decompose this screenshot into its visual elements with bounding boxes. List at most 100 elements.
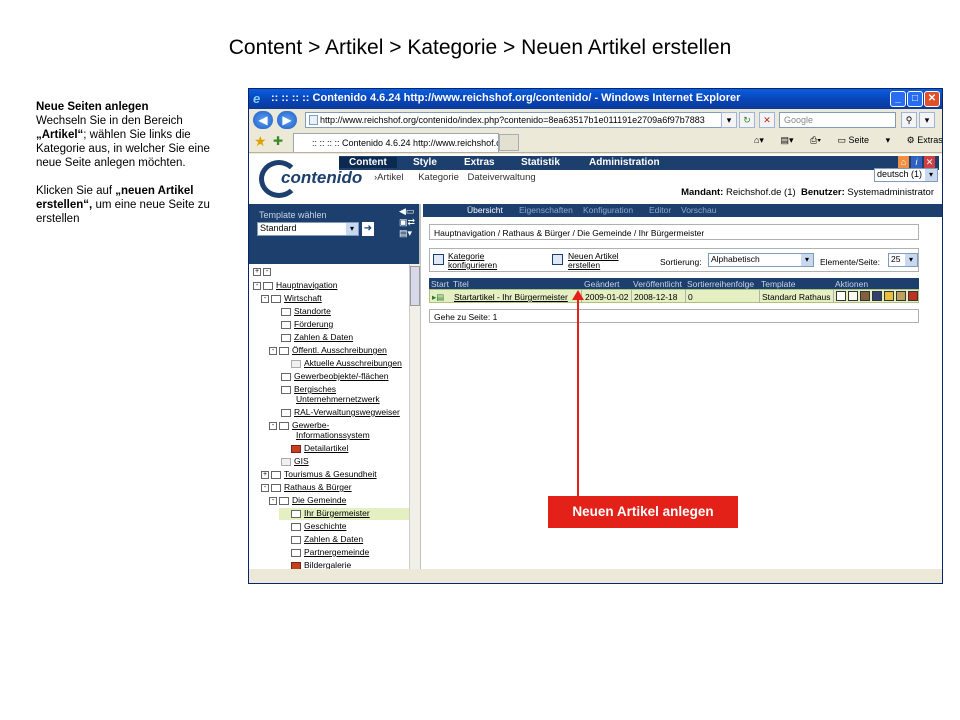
article-title-link[interactable]: Startartikel - Ihr Bürgermeister (454, 292, 568, 302)
subnav-kategorie[interactable]: Kategorie (418, 172, 459, 183)
search-icon[interactable]: ⚲ (901, 112, 917, 128)
tree-item[interactable]: Aktuelle Ausschreibungen (279, 358, 402, 370)
col-sortierreihenfolge[interactable]: Sortierreihenfolge (687, 279, 754, 289)
tree-item[interactable]: Partnergemeinde (279, 547, 369, 559)
tree-item[interactable]: RAL-Verwaltungswegweiser (269, 407, 400, 419)
new-tab-button[interactable] (499, 134, 519, 151)
expand-icon[interactable]: + (261, 470, 269, 479)
print-icon[interactable]: ⎙▾ (810, 135, 821, 145)
tree-item[interactable]: GIS (269, 456, 309, 468)
tree-item[interactable]: Förderung (269, 319, 333, 331)
table-row[interactable]: ▸▤ Startartikel - Ihr Bürgermeister 2009… (429, 289, 919, 303)
subnav-dateiverwaltung[interactable]: Dateiverwaltung (468, 172, 536, 183)
search-input[interactable]: Google (779, 112, 896, 128)
checkbox-icon[interactable] (836, 291, 846, 301)
configure-category-link[interactable]: Kategorie konfigurieren (448, 252, 497, 270)
forward-button[interactable]: ▶ (277, 111, 297, 129)
collapse-icon[interactable]: - (253, 281, 261, 290)
minimize-button[interactable]: _ (890, 91, 906, 107)
back-button[interactable]: ◀ (253, 111, 273, 129)
home-icon[interactable]: ⌂▾ (754, 135, 764, 145)
tab-konfiguration[interactable]: Konfiguration (583, 205, 633, 215)
tools-menu[interactable]: ⚙ Extras ▾ (907, 135, 942, 145)
tree-item-label: Standorte (294, 306, 331, 316)
page-menu[interactable]: ▭ Seite ▾ (838, 135, 891, 145)
tree-item[interactable]: Gewerbeobjekte/-flächen (269, 371, 389, 383)
scroll-thumb[interactable] (410, 266, 420, 306)
col-start[interactable]: Start (431, 279, 449, 289)
tab-uebersicht[interactable]: Übersicht (467, 205, 503, 215)
col-template[interactable]: Template (761, 279, 796, 289)
col-geaendert[interactable]: Geändert (584, 279, 619, 289)
tree-scrollbar[interactable] (409, 264, 420, 570)
tree-expand-collapse[interactable]: + - (253, 266, 273, 278)
sort-select[interactable]: Alphabetisch ▾ (708, 253, 814, 267)
tab-eigenschaften[interactable]: Eigenschaften (519, 205, 573, 215)
properties-icon[interactable] (848, 291, 858, 301)
tab-vorschau[interactable]: Vorschau (681, 205, 716, 215)
close-window-button[interactable]: ✕ (924, 91, 940, 107)
feeds-icon[interactable]: ▤▾ (780, 135, 793, 145)
col-titel[interactable]: Titel (453, 279, 469, 289)
apply-template-button[interactable]: ➜ (362, 222, 374, 236)
nav-extras[interactable]: Extras (464, 157, 495, 168)
nav-statistik[interactable]: Statistik (521, 157, 560, 168)
tree-item[interactable]: Standorte (269, 306, 331, 318)
browser-tab[interactable]: :: :: :: :: Contenido 4.6.24 http://www.… (293, 133, 499, 152)
collapse-icon[interactable]: - (269, 496, 277, 505)
start-article-icon[interactable]: ▸▤ (432, 292, 444, 303)
collapse-icon[interactable]: - (261, 483, 269, 492)
collapse-icon[interactable]: - (269, 346, 277, 355)
tree-item[interactable]: - Rathaus & Bürger (261, 482, 352, 494)
favorites-star-icon[interactable]: ★ (254, 133, 267, 150)
collapse-icon[interactable]: - (261, 294, 269, 303)
tree-item[interactable]: - Die Gemeinde (269, 495, 346, 507)
per-page-select[interactable]: 25 ▾ (888, 253, 918, 267)
language-select[interactable]: deutsch (1) ▾ (874, 168, 938, 182)
tree-item[interactable]: - Wirtschaft (261, 293, 322, 305)
tab-editor[interactable]: Editor (649, 205, 671, 215)
url-input[interactable]: http://www.reichshof.org/contenido/index… (305, 112, 735, 128)
save-icon[interactable] (872, 291, 882, 301)
col-veroeffentlicht[interactable]: Veröffentlicht (633, 279, 682, 289)
nav-style[interactable]: Style (413, 157, 437, 168)
collapse-panel-icon[interactable]: ◀▭ (399, 206, 415, 217)
tree-item[interactable]: Bildergalerie (279, 560, 351, 569)
maximize-button[interactable]: □ (907, 91, 923, 107)
tree-item[interactable]: Informationssystem (269, 430, 370, 442)
stop-icon[interactable]: ✕ (759, 112, 775, 128)
sub-nav: ›Artikel Kategorie Dateiverwaltung (374, 172, 542, 183)
template-select[interactable]: Standard ▾ (257, 222, 359, 236)
collapse-icon[interactable]: - (269, 421, 277, 430)
configure-category-icon[interactable] (433, 254, 444, 265)
sync-icon[interactable]: ▣⇄ (399, 217, 415, 228)
tree-item[interactable]: Detailartikel (279, 443, 348, 455)
add-favorite-icon[interactable]: ✚ (273, 134, 283, 148)
collapse-all-icon[interactable]: - (263, 267, 271, 276)
home-nav-icon[interactable]: ⌂ (898, 156, 909, 168)
search-options-button[interactable]: ▾ (919, 112, 935, 128)
tree-item[interactable]: - Hauptnavigation (253, 280, 337, 292)
new-article-link[interactable]: Neuen Artikel erstellen (568, 252, 619, 270)
logout-icon[interactable]: ✕ (924, 156, 935, 168)
nav-content[interactable]: Content (339, 157, 397, 168)
lock-icon[interactable] (884, 291, 894, 301)
tree-item[interactable]: Zahlen & Daten (279, 534, 363, 546)
new-article-icon[interactable] (552, 254, 563, 265)
tree-item[interactable]: - Öffentl. Ausschreibungen (269, 345, 387, 357)
tree-item[interactable]: + Tourismus & Gesundheit (261, 469, 377, 481)
expand-all-icon[interactable]: + (253, 267, 261, 276)
refresh-icon[interactable]: ↻ (739, 112, 755, 128)
tree-item[interactable]: Geschichte (279, 521, 347, 533)
wrench-icon[interactable] (860, 291, 870, 301)
tree-options-icon[interactable]: ▤▾ (399, 228, 415, 239)
info-icon[interactable]: i (911, 156, 922, 168)
subnav-artikel[interactable]: ›Artikel (374, 172, 410, 183)
nav-administration[interactable]: Administration (589, 157, 660, 168)
tree-item[interactable]: Unternehmernetzwerk (269, 394, 380, 406)
copy-icon[interactable] (896, 291, 906, 301)
tree-item[interactable]: Ihr Bürgermeister (279, 508, 409, 520)
url-dropdown-button[interactable]: ▾ (721, 112, 737, 128)
delete-icon[interactable] (908, 291, 918, 301)
tree-item[interactable]: Zahlen & Daten (269, 332, 353, 344)
